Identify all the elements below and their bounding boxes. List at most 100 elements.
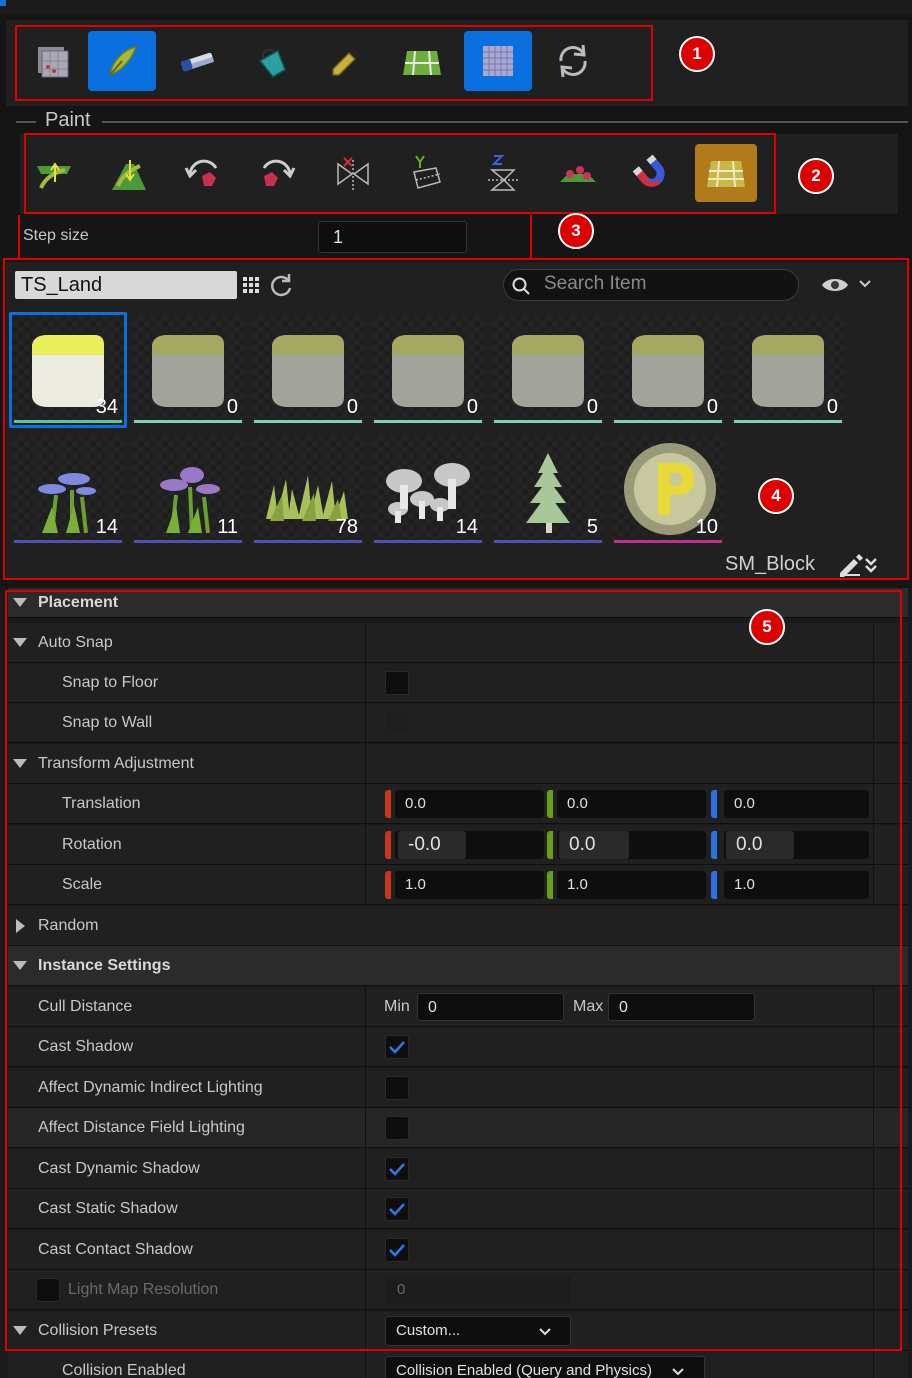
search-box[interactable]: Search Item	[503, 269, 799, 301]
collision-presets-dropdown[interactable]: Custom...	[385, 1316, 571, 1346]
selected-item-name: SM_Block	[725, 553, 816, 575]
grid-view-icon[interactable]	[243, 277, 259, 293]
visibility-eye-icon[interactable]	[821, 276, 849, 294]
tile-grid-button[interactable]	[695, 144, 757, 202]
palette-item[interactable]: 0	[132, 315, 244, 425]
magnet-button[interactable]	[620, 144, 682, 202]
scatter-button[interactable]	[546, 144, 608, 202]
scale-y-input[interactable]: 1.0	[557, 871, 706, 899]
collision-presets-row[interactable]: Collision Presets Custom...	[8, 1311, 908, 1351]
tileset-tool-button[interactable]	[388, 31, 456, 91]
expand-arrow-icon	[13, 1326, 27, 1335]
palette-item[interactable]: 0	[492, 315, 604, 425]
mirror-y-button[interactable]	[396, 144, 458, 202]
cull-max-input[interactable]: 0	[608, 993, 755, 1021]
mirror-z-button[interactable]	[472, 144, 534, 202]
scale-label: Scale	[62, 876, 103, 893]
item-type-bar	[374, 420, 482, 423]
cast-dynamic-checkbox[interactable]	[385, 1157, 409, 1181]
rotation-z-input[interactable]: 0.0	[726, 831, 794, 859]
lower-button[interactable]	[98, 144, 160, 202]
instance-settings-header[interactable]: Instance Settings	[8, 946, 908, 986]
item-type-bar	[494, 540, 602, 543]
step-size-label: Step size	[23, 227, 89, 244]
light-map-resolution-input: 0	[385, 1276, 571, 1304]
edit-pencil-icon[interactable]	[838, 553, 880, 577]
affect-dynamic-checkbox[interactable]	[385, 1076, 409, 1100]
light-map-override-checkbox[interactable]	[36, 1278, 60, 1302]
cast-static-label: Cast Static Shadow	[38, 1200, 178, 1217]
item-type-bar	[134, 540, 242, 543]
palette-item[interactable]: 10	[612, 435, 724, 545]
paint-tool-button[interactable]	[88, 31, 156, 91]
scale-z-input[interactable]: 1.0	[724, 871, 869, 899]
item-type-bar	[494, 420, 602, 423]
item-type-bar	[734, 420, 842, 423]
snap-to-floor-row: Snap to Floor	[8, 663, 908, 703]
palette-item[interactable]: 0	[372, 315, 484, 425]
snap-to-wall-row: Snap to Wall	[8, 703, 908, 743]
affect-distance-row: Affect Distance Field Lighting	[8, 1108, 908, 1148]
rotate-right-icon	[262, 159, 296, 186]
reload-icon[interactable]	[268, 272, 294, 298]
select-tool-button[interactable]	[18, 31, 86, 91]
translation-z-input[interactable]: 0.0	[724, 790, 869, 818]
rotation-x-input[interactable]: -0.0	[398, 831, 466, 859]
step-size-input[interactable]: 1	[318, 221, 467, 253]
paint-brush-icon	[109, 46, 138, 77]
checkmark-icon	[389, 1163, 405, 1176]
erase-tool-button[interactable]	[163, 31, 231, 91]
palette-item[interactable]: 5	[492, 435, 604, 545]
snap-to-wall-checkbox[interactable]	[385, 711, 409, 735]
transform-adjustment-label: Transform Adjustment	[38, 755, 194, 772]
translation-x-input[interactable]: 0.0	[395, 790, 544, 818]
snap-to-floor-checkbox[interactable]	[385, 671, 409, 695]
cast-contact-row: Cast Contact Shadow	[8, 1230, 908, 1270]
cast-static-checkbox[interactable]	[385, 1197, 409, 1221]
palette-item[interactable]: 0	[252, 315, 364, 425]
auto-snap-label: Auto Snap	[38, 634, 113, 651]
pick-tool-button[interactable]	[313, 31, 381, 91]
palette-item[interactable]: 34	[9, 312, 127, 428]
translation-y-input[interactable]: 0.0	[557, 790, 706, 818]
cast-shadow-checkbox[interactable]	[385, 1035, 409, 1059]
scale-x-input[interactable]: 1.0	[395, 871, 544, 899]
tileset-name-field[interactable]: TS_Land	[15, 271, 237, 299]
collapse-arrow-icon	[16, 919, 25, 933]
rotate-left-button[interactable]	[172, 144, 234, 202]
rotation-y-input[interactable]: 0.0	[559, 831, 629, 859]
item-count: 11	[217, 516, 238, 538]
paint-bucket-icon	[259, 48, 286, 78]
item-type-bar	[14, 540, 122, 543]
fill-tool-button[interactable]	[238, 31, 306, 91]
raise-button[interactable]	[23, 144, 85, 202]
item-count: 0	[586, 396, 598, 418]
palette-item[interactable]: 0	[732, 315, 844, 425]
transform-adjustment-row[interactable]: Transform Adjustment	[8, 744, 908, 784]
random-row[interactable]: Random	[8, 906, 908, 946]
grid-tool-button[interactable]	[464, 31, 532, 91]
cull-min-input[interactable]: 0	[417, 993, 564, 1021]
rotate-right-button[interactable]	[246, 144, 308, 202]
collision-enabled-dropdown[interactable]: Collision Enabled (Query and Physics)	[385, 1356, 705, 1378]
eraser-icon	[181, 52, 215, 72]
palette-item[interactable]: 11	[132, 435, 244, 545]
palette-item[interactable]: 78	[252, 435, 364, 545]
item-count: 0	[346, 396, 358, 418]
collision-enabled-row: Collision Enabled Collision Enabled (Que…	[8, 1351, 908, 1378]
item-count: 14	[455, 516, 478, 538]
palette-item[interactable]: 14	[12, 435, 124, 545]
item-type-bar	[254, 540, 362, 543]
palette-item[interactable]: 0	[612, 315, 724, 425]
chevron-down-icon[interactable]	[858, 279, 872, 289]
cast-contact-checkbox[interactable]	[385, 1238, 409, 1262]
mirror-x-button[interactable]	[322, 144, 384, 202]
affect-distance-checkbox[interactable]	[385, 1116, 409, 1140]
expand-arrow-icon	[13, 961, 27, 970]
collision-presets-label: Collision Presets	[38, 1322, 158, 1339]
palette-item[interactable]: 14	[372, 435, 484, 545]
chevron-down-icon	[672, 1368, 684, 1376]
lower-icon	[112, 160, 146, 190]
details-panel: Placement Auto Snap Snap to Floor Snap t…	[0, 588, 912, 1378]
refresh-tool-button[interactable]	[539, 31, 607, 91]
